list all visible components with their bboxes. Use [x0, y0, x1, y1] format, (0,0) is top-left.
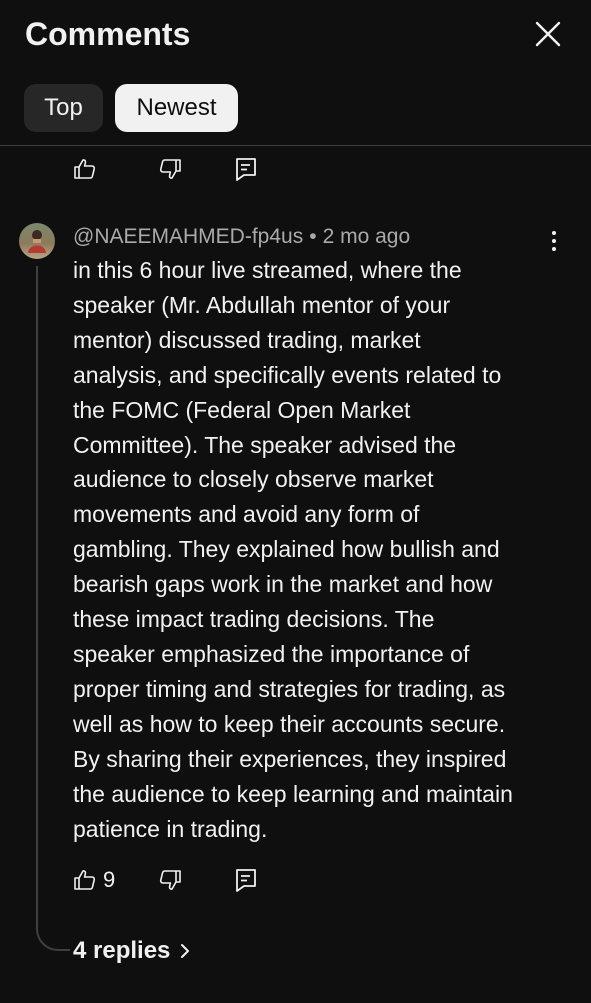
chevron-right-icon	[181, 944, 190, 958]
reply-button[interactable]	[235, 865, 257, 895]
reply-button[interactable]	[235, 154, 257, 184]
thumbs-down-icon	[159, 870, 181, 890]
thumbs-up-icon	[74, 159, 96, 179]
thread-connector	[36, 266, 70, 951]
more-vertical-icon	[552, 231, 556, 235]
comment-meta: @NAEEMAHMED-fp4us • 2 mo ago	[73, 224, 410, 250]
page-title: Comments	[25, 16, 191, 52]
dislike-button[interactable]	[158, 154, 182, 184]
comment-author[interactable]: @NAEEMAHMED-fp4us	[73, 225, 303, 248]
more-options-button[interactable]	[540, 226, 568, 256]
reply-icon	[236, 158, 256, 181]
comment-text: in this 6 hour live streamed, where the …	[73, 257, 513, 842]
reply-icon	[236, 869, 256, 892]
tab-newest[interactable]: Newest	[115, 84, 238, 132]
user-avatar-image	[19, 223, 55, 259]
comments-header: Comments Top Newest	[0, 0, 591, 146]
tab-top[interactable]: Top	[24, 84, 103, 132]
meta-separator: •	[309, 225, 317, 248]
replies-label: 4 replies	[73, 937, 171, 964]
close-icon	[535, 21, 561, 47]
comment-time: 2 mo ago	[322, 225, 411, 248]
like-button[interactable]	[73, 154, 97, 184]
like-count: 9	[103, 867, 116, 892]
dislike-button[interactable]	[158, 865, 182, 895]
view-replies-button[interactable]: 4 replies	[73, 934, 190, 968]
avatar[interactable]	[19, 223, 55, 259]
like-button[interactable]: 9	[73, 865, 115, 895]
thumbs-up-icon	[74, 870, 96, 890]
thumbs-down-icon	[159, 159, 181, 179]
close-button[interactable]	[530, 16, 566, 52]
